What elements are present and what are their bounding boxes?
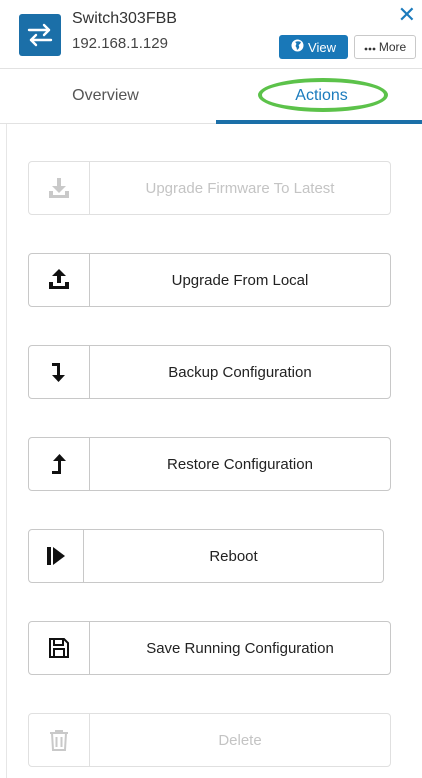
panel-divider <box>6 124 7 778</box>
view-button-label: View <box>308 39 336 55</box>
active-tab-indicator <box>216 120 422 124</box>
save-running-configuration-button[interactable]: Save Running Configuration <box>28 621 391 675</box>
restore-configuration-button[interactable]: Restore Configuration <box>28 437 391 491</box>
trash-icon <box>29 714 90 766</box>
upgrade-from-local-button[interactable]: Upgrade From Local <box>28 253 391 307</box>
reboot-button[interactable]: Reboot <box>28 529 384 583</box>
device-ip: 192.168.1.129 <box>72 35 168 52</box>
delete-label: Delete <box>218 731 262 749</box>
globe-icon <box>291 39 304 55</box>
switch-icon <box>19 14 61 56</box>
view-button[interactable]: View <box>279 35 348 59</box>
floppy-disk-icon <box>29 622 90 674</box>
tab-bar: Overview Actions <box>0 68 422 124</box>
upgrade-from-local-label: Upgrade From Local <box>171 271 309 289</box>
restore-configuration-label: Restore Configuration <box>167 455 313 473</box>
save-running-configuration-label: Save Running Configuration <box>146 639 334 657</box>
reboot-label: Reboot <box>209 547 258 565</box>
delete-button[interactable]: Delete <box>28 713 391 767</box>
ellipsis-icon <box>364 40 376 54</box>
upgrade-firmware-label: Upgrade Firmware To Latest <box>145 179 335 197</box>
device-header: Switch303FBB 192.168.1.129 ✕ View More <box>0 0 422 68</box>
more-button[interactable]: More <box>354 35 416 59</box>
upgrade-firmware-button[interactable]: Upgrade Firmware To Latest <box>28 161 391 215</box>
download-icon <box>29 162 90 214</box>
more-button-label: More <box>378 40 407 54</box>
backup-configuration-button[interactable]: Backup Configuration <box>28 345 391 399</box>
backup-configuration-label: Backup Configuration <box>168 363 312 381</box>
upload-icon <box>29 254 90 306</box>
arrow-up-icon <box>29 438 90 490</box>
tab-overview[interactable]: Overview <box>0 69 211 122</box>
tab-actions[interactable]: Actions <box>216 69 422 122</box>
device-name: Switch303FBB <box>72 10 177 27</box>
reboot-icon <box>29 530 84 582</box>
close-icon[interactable]: ✕ <box>398 4 416 26</box>
arrow-down-icon <box>29 346 90 398</box>
